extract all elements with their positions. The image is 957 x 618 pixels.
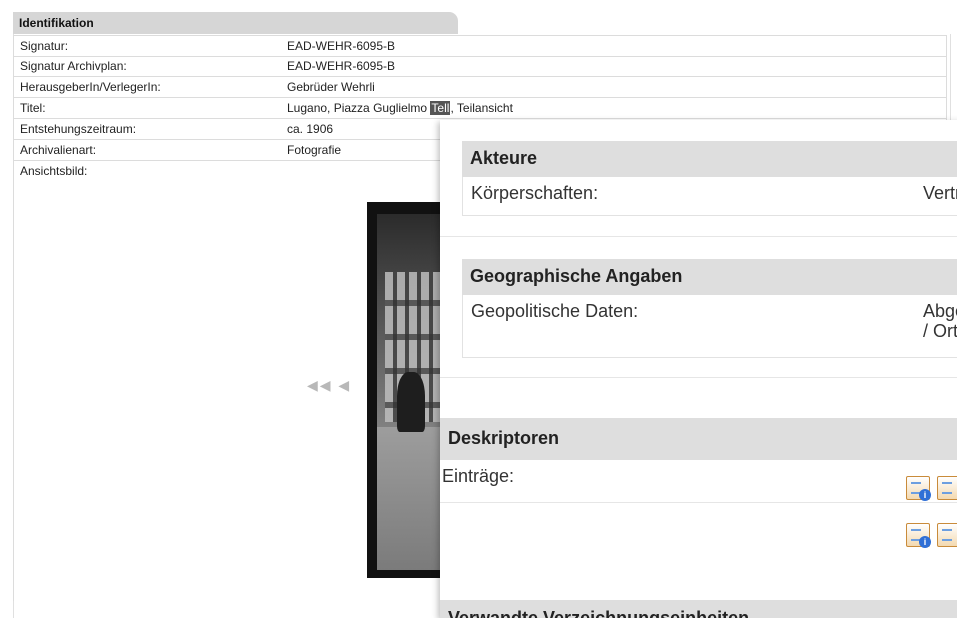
row-label: Archivalienart: — [20, 143, 97, 157]
doc-lines-icon — [942, 529, 952, 541]
info-icon[interactable]: i — [906, 476, 931, 501]
section-title: Geographische Angaben — [470, 266, 683, 286]
info-badge-icon: i — [919, 489, 931, 501]
row-value: Vertr — [923, 183, 957, 203]
row-value: ca. 1906 — [287, 122, 334, 136]
table-row: Signatur: EAD-WEHR-6095-B — [13, 35, 947, 57]
row-value: Fotografie — [287, 143, 342, 157]
section-title: Identifikation — [19, 16, 94, 30]
row-value-line-1: Abge — [923, 301, 957, 321]
section-header-akteure: Akteure — [462, 141, 957, 177]
info-icon[interactable]: i — [906, 523, 931, 548]
info-badge-icon: i — [919, 536, 931, 548]
row-label: Einträge: — [442, 466, 515, 486]
row-value: Gebrüder Wehrli — [287, 80, 375, 94]
table-row: Geopolitische Daten: Abge / Ort — [462, 295, 957, 358]
section-header-identifikation: Identifikation — [13, 12, 458, 34]
row-label: Ansichtsbild: — [20, 164, 88, 178]
row-value-line-2: / Ort — [923, 321, 957, 341]
title-text-hidden: lmo — [407, 101, 431, 115]
title-text-pre: Lugano, Piazza Guglie — [287, 101, 408, 115]
table-row: Signatur Archivplan: EAD-WEHR-6095-B — [13, 56, 947, 77]
section-header-deskriptoren: Deskriptoren — [440, 418, 957, 460]
divider — [440, 377, 957, 378]
row-value: EAD-WEHR-6095-B — [287, 39, 396, 53]
row-value-title: Lugano, Piazza Guglielmo Tell, Teilansic… — [287, 101, 513, 115]
table-row: Körperschaften: Vertr — [462, 177, 957, 216]
overlay-panel: Akteure Körperschaften: Vertr Geographis… — [440, 120, 957, 618]
section-title: Akteure — [470, 148, 538, 168]
section-header-verwandte: Verwandte Verzeichnungseinheiten — [440, 600, 957, 618]
table-row: Einträge: — [440, 460, 957, 500]
link-icon[interactable] — [937, 476, 957, 500]
search-highlight: Tell — [430, 101, 451, 115]
row-label: Signatur Archivplan: — [20, 59, 127, 73]
section-title: Deskriptoren — [448, 428, 560, 448]
row-value: EAD-WEHR-6095-B — [287, 59, 396, 73]
image-prev-arrows[interactable]: ◀◀ ◀ — [307, 377, 351, 394]
title-text-post: , Teilansicht — [450, 101, 513, 115]
image-tree — [397, 372, 425, 432]
divider — [440, 236, 957, 237]
doc-lines-icon — [942, 482, 952, 494]
table-row: Titel: Lugano, Piazza Guglielmo Tell, Te… — [13, 98, 947, 119]
table-row: HerausgeberIn/VerlegerIn: Gebrüder Wehrl… — [13, 77, 947, 98]
row-label: Entstehungszeitraum: — [20, 122, 137, 136]
row-label: Titel: — [20, 101, 46, 115]
section-header-geographische-angaben: Geographische Angaben — [462, 259, 957, 295]
link-icon[interactable] — [937, 523, 957, 547]
divider — [440, 502, 957, 503]
section-title: Verwandte Verzeichnungseinheiten — [448, 608, 750, 618]
row-label: Körperschaften: — [471, 183, 599, 203]
row-label: Signatur: — [20, 39, 69, 53]
row-label: HerausgeberIn/VerlegerIn: — [20, 80, 161, 94]
row-label: Geopolitische Daten: — [471, 301, 639, 321]
